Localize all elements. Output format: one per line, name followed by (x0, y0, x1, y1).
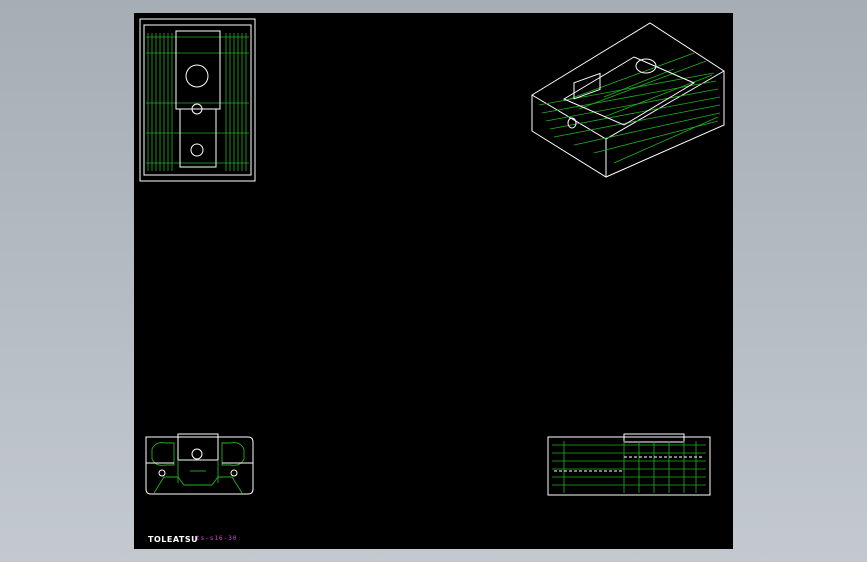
top-view (139, 18, 256, 182)
drawing-sheet[interactable]: TOLEATSU ts-s16-30 (134, 13, 733, 549)
isometric-view (531, 22, 725, 178)
drawing-canvas (139, 18, 725, 496)
front-view (145, 433, 254, 495)
company-logo: TOLEATSU (148, 535, 199, 544)
part-number-label: ts-s16-30 (196, 535, 238, 542)
side-view (547, 433, 711, 496)
